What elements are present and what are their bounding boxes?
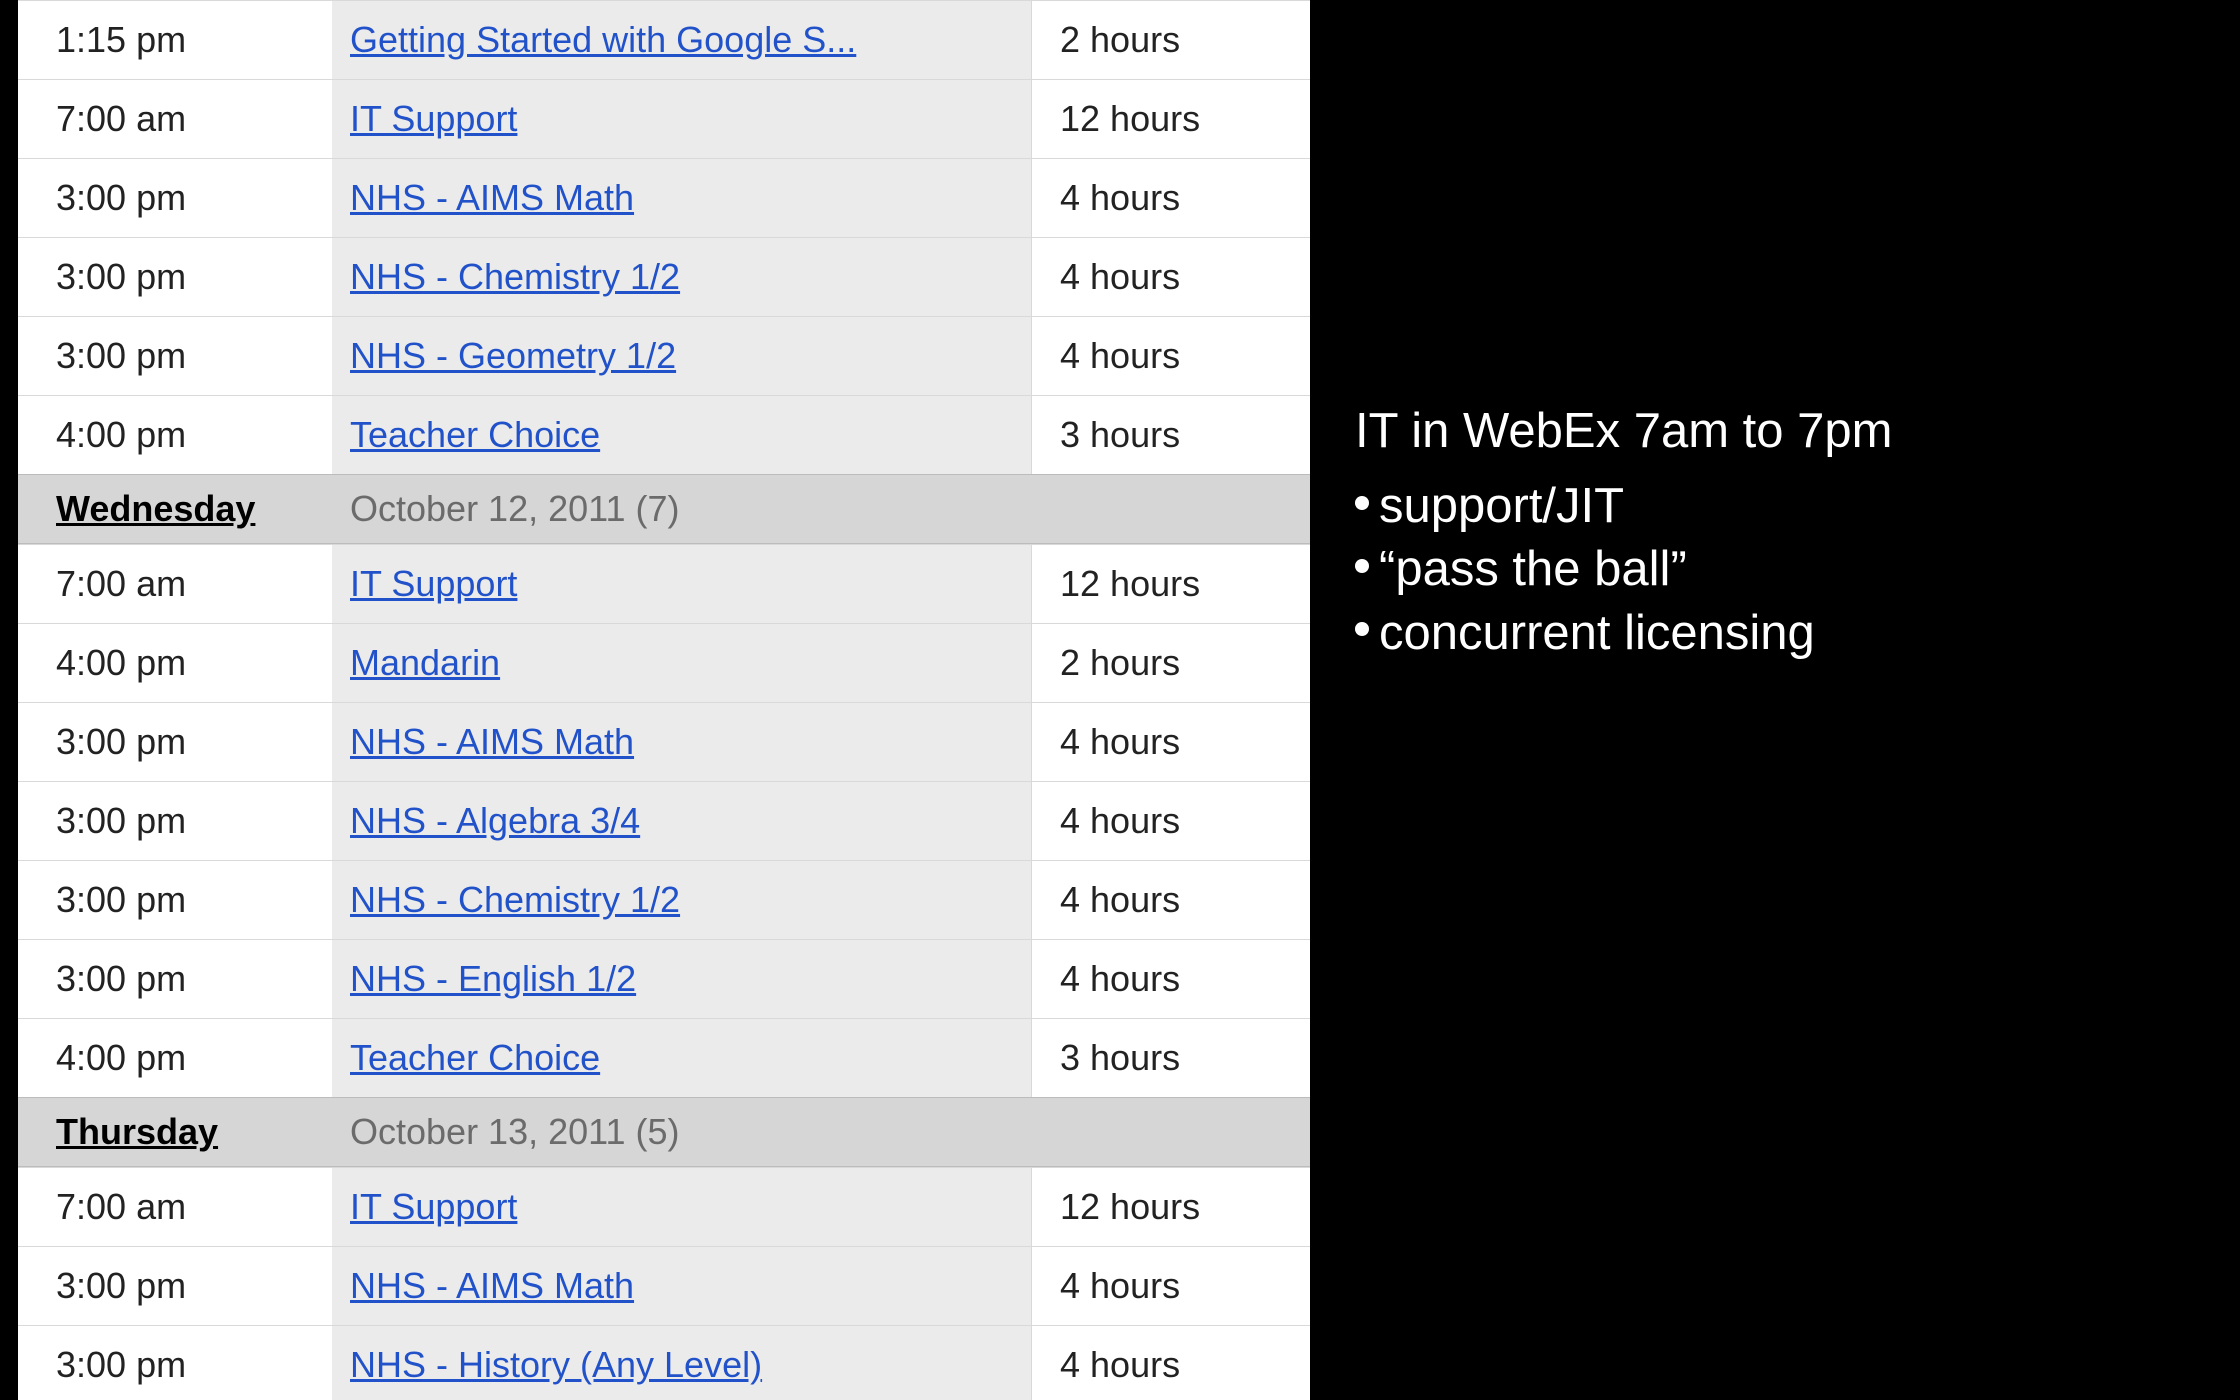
event-link[interactable]: NHS - AIMS Math <box>350 1265 634 1307</box>
bullet-text: “pass the ball” <box>1379 538 1687 601</box>
event-time: 4:00 pm <box>18 623 332 702</box>
event-row: 1:15 pm Getting Started with Google S...… <box>18 0 1310 79</box>
bullet-icon <box>1355 622 1369 636</box>
day-name: Wednesday <box>18 488 332 530</box>
event-duration: 3 hours <box>1032 395 1310 474</box>
event-row: 3:00 pm NHS - History (Any Level) 4 hour… <box>18 1325 1310 1400</box>
event-row: 3:00 pm NHS - Chemistry 1/2 4 hours <box>18 860 1310 939</box>
calendar-panel: 1:15 pm Getting Started with Google S...… <box>18 0 1310 1400</box>
event-link[interactable]: NHS - Geometry 1/2 <box>350 335 676 377</box>
event-link[interactable]: NHS - Algebra 3/4 <box>350 800 640 842</box>
event-time: 3:00 pm <box>18 237 332 316</box>
event-duration: 4 hours <box>1032 781 1310 860</box>
event-row: 3:00 pm NHS - AIMS Math 4 hours <box>18 702 1310 781</box>
event-duration: 4 hours <box>1032 316 1310 395</box>
event-row: 3:00 pm NHS - Chemistry 1/2 4 hours <box>18 237 1310 316</box>
bullet-icon <box>1355 559 1369 573</box>
event-link[interactable]: NHS - History (Any Level) <box>350 1344 762 1386</box>
event-link[interactable]: NHS - Chemistry 1/2 <box>350 879 680 921</box>
event-row: 4:00 pm Mandarin 2 hours <box>18 623 1310 702</box>
event-link[interactable]: Getting Started with Google S... <box>350 19 856 61</box>
event-time: 3:00 pm <box>18 702 332 781</box>
event-time: 1:15 pm <box>18 0 332 79</box>
bullet-icon <box>1355 496 1369 510</box>
event-time: 7:00 am <box>18 544 332 623</box>
event-row: 4:00 pm Teacher Choice 3 hours <box>18 395 1310 474</box>
event-time: 4:00 pm <box>18 395 332 474</box>
event-row: 7:00 am IT Support 12 hours <box>18 544 1310 623</box>
event-time: 3:00 pm <box>18 1325 332 1400</box>
day-header: Thursday October 13, 2011 (5) <box>18 1097 1310 1167</box>
event-link[interactable]: NHS - AIMS Math <box>350 177 634 219</box>
event-link[interactable]: IT Support <box>350 1186 517 1228</box>
event-duration: 12 hours <box>1032 544 1310 623</box>
event-time: 7:00 am <box>18 1167 332 1246</box>
event-duration: 2 hours <box>1032 0 1310 79</box>
event-time: 3:00 pm <box>18 860 332 939</box>
event-row: 3:00 pm NHS - Geometry 1/2 4 hours <box>18 316 1310 395</box>
event-link[interactable]: NHS - Chemistry 1/2 <box>350 256 680 298</box>
event-duration: 4 hours <box>1032 939 1310 1018</box>
event-row: 3:00 pm NHS - AIMS Math 4 hours <box>18 158 1310 237</box>
bullet-text: concurrent licensing <box>1379 602 1815 665</box>
event-time: 3:00 pm <box>18 158 332 237</box>
event-time: 4:00 pm <box>18 1018 332 1097</box>
event-row: 3:00 pm NHS - Algebra 3/4 4 hours <box>18 781 1310 860</box>
notes-bullet: “pass the ball” <box>1355 538 2185 601</box>
day-date: October 13, 2011 (5) <box>332 1111 680 1153</box>
event-link[interactable]: Mandarin <box>350 642 500 684</box>
event-row: 4:00 pm Teacher Choice 3 hours <box>18 1018 1310 1097</box>
event-link[interactable]: Teacher Choice <box>350 1037 600 1079</box>
event-duration: 4 hours <box>1032 702 1310 781</box>
day-header: Wednesday October 12, 2011 (7) <box>18 474 1310 544</box>
event-time: 3:00 pm <box>18 1246 332 1325</box>
event-time: 3:00 pm <box>18 316 332 395</box>
event-link[interactable]: IT Support <box>350 563 517 605</box>
event-row: 7:00 am IT Support 12 hours <box>18 1167 1310 1246</box>
day-date: October 12, 2011 (7) <box>332 488 680 530</box>
event-row: 3:00 pm NHS - English 1/2 4 hours <box>18 939 1310 1018</box>
notes-title: IT in WebEx 7am to 7pm <box>1355 400 2185 463</box>
event-duration: 4 hours <box>1032 237 1310 316</box>
event-duration: 12 hours <box>1032 1167 1310 1246</box>
event-duration: 4 hours <box>1032 1246 1310 1325</box>
event-link[interactable]: NHS - AIMS Math <box>350 721 634 763</box>
event-link[interactable]: NHS - English 1/2 <box>350 958 636 1000</box>
bullet-text: support/JIT <box>1379 475 1624 538</box>
notes-panel: IT in WebEx 7am to 7pm support/JIT “pass… <box>1355 400 2185 665</box>
event-duration: 4 hours <box>1032 860 1310 939</box>
event-duration: 12 hours <box>1032 79 1310 158</box>
event-duration: 4 hours <box>1032 158 1310 237</box>
event-duration: 3 hours <box>1032 1018 1310 1097</box>
event-link[interactable]: IT Support <box>350 98 517 140</box>
event-row: 3:00 pm NHS - AIMS Math 4 hours <box>18 1246 1310 1325</box>
event-time: 7:00 am <box>18 79 332 158</box>
event-time: 3:00 pm <box>18 939 332 1018</box>
notes-bullet: concurrent licensing <box>1355 602 2185 665</box>
event-row: 7:00 am IT Support 12 hours <box>18 79 1310 158</box>
event-duration: 4 hours <box>1032 1325 1310 1400</box>
event-time: 3:00 pm <box>18 781 332 860</box>
event-duration: 2 hours <box>1032 623 1310 702</box>
event-link[interactable]: Teacher Choice <box>350 414 600 456</box>
notes-bullet: support/JIT <box>1355 475 2185 538</box>
day-name: Thursday <box>18 1111 332 1153</box>
